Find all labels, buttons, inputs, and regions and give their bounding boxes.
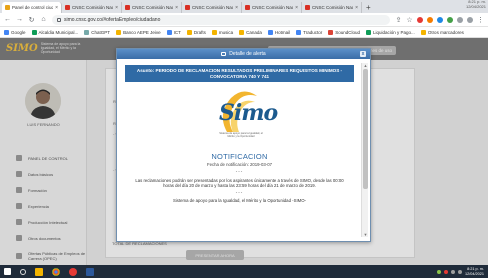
extensions-area: ⇪ ☆ ⋮: [395, 16, 484, 24]
taskbar-clock[interactable]: 8:21 p. m. 12/04/2021: [465, 267, 484, 276]
tray-icon[interactable]: [436, 269, 441, 274]
notification-body: Las reclamaciones podrán ser presentadas…: [135, 178, 344, 189]
bookmark-item[interactable]: Alcaldia Municipal...: [31, 29, 78, 35]
address-toolbar: ← → ↻ ⌂ simo.cnsc.gov.co/#ofertaEmpleo/c…: [0, 13, 488, 27]
modal-title: Detalle de alerta: [229, 51, 266, 57]
browser-tab[interactable]: Panel de control ciudadano ×: [2, 2, 62, 13]
translate-icon: [296, 29, 302, 35]
notification-date: Fecha de notificación: 2019-03-07: [207, 162, 272, 167]
browser-tab[interactable]: CNSC Comisión Nacional de ×: [122, 2, 182, 13]
close-tab-icon[interactable]: ×: [235, 5, 238, 11]
system-clock: 8:21 p. m. 12/04/2021: [465, 0, 486, 9]
bookmark-icon: [366, 29, 372, 35]
tab-favicon-icon: [125, 5, 130, 10]
bookmark-item[interactable]: Banco AEPE Jeive: [116, 29, 161, 35]
extension-icon[interactable]: [447, 16, 453, 23]
lock-icon: [57, 17, 61, 22]
menu-dots-icon[interactable]: ⋮: [477, 16, 484, 24]
bookmark-item[interactable]: Liquidación y Pago...: [366, 29, 415, 35]
windows-start-icon[interactable]: [4, 268, 11, 275]
folder-icon: [420, 29, 426, 35]
system-tray: 8:21 p. m. 12/04/2021: [436, 267, 484, 276]
mail-app-icon[interactable]: [69, 267, 77, 276]
separator: ---: [235, 169, 244, 174]
search-icon[interactable]: [20, 268, 26, 275]
reload-icon[interactable]: ↻: [28, 16, 35, 24]
url-bar[interactable]: simo.cnsc.gov.co/#ofertaEmpleo/ciudadano: [52, 14, 390, 25]
scroll-up-icon[interactable]: ▲: [362, 63, 369, 68]
tab-favicon-icon: [305, 5, 310, 10]
browser-tab[interactable]: CNSC Comisión Nacional de ×: [62, 2, 122, 13]
bookmark-item[interactable]: Traductor: [296, 29, 322, 35]
modal-scrollbar[interactable]: ▲ ▼: [361, 63, 368, 237]
profile-avatar-icon[interactable]: [467, 16, 473, 23]
bookmark-item[interactable]: ChatGPT: [84, 29, 110, 35]
bookmark-item[interactable]: ICT: [166, 29, 181, 35]
tab-favicon-icon: [245, 5, 250, 10]
close-tab-icon[interactable]: ×: [175, 5, 178, 11]
bookmark-icon: [267, 29, 273, 35]
wifi-icon[interactable]: [450, 269, 455, 274]
tab-favicon-icon: [5, 5, 10, 10]
bookmark-item[interactable]: Google: [4, 29, 26, 35]
bookmarks-bar: Google Alcaldia Municipal... ChatGPT Ban…: [0, 27, 488, 38]
bookmark-item[interactable]: SoundCloud: [328, 29, 360, 35]
bookmark-icon: [116, 29, 122, 35]
google-icon: [4, 29, 9, 35]
browser-tab[interactable]: CNSC Comisión Nacional de ×: [182, 2, 242, 13]
notification-title: NOTIFICACION: [211, 152, 268, 161]
browser-tab[interactable]: CNSC Comisión Nacional de ×: [242, 2, 302, 13]
back-icon[interactable]: ←: [4, 16, 11, 23]
tab-favicon-icon: [185, 5, 190, 10]
browser-tab[interactable]: CNSC Comisión Nacional de ×: [302, 2, 362, 13]
simo-logo-block: Simo Sistema de apoyo para la Igualdad, …: [121, 88, 358, 150]
tab-favicon-icon: [65, 5, 70, 10]
simo-logo-subtitle: Sistema de apoyo para la Igualdad, el Mé…: [219, 132, 263, 138]
separator: ---: [235, 190, 244, 196]
extensions-puzzle-icon[interactable]: [457, 16, 463, 23]
chrome-icon[interactable]: [52, 267, 60, 276]
scroll-thumb[interactable]: [363, 69, 368, 189]
star-icon[interactable]: ☆: [406, 16, 413, 24]
extension-icon[interactable]: [427, 16, 433, 23]
close-tab-icon[interactable]: ×: [115, 5, 118, 11]
simo-logo-text: Simo: [219, 100, 278, 126]
bookmark-icon: [166, 29, 172, 35]
alert-subject: Asunto: PERIODO DE RECLAMACION RESULTADO…: [125, 65, 354, 82]
extension-icon[interactable]: [437, 16, 443, 23]
share-icon[interactable]: ⇪: [395, 16, 402, 24]
scroll-down-icon[interactable]: ▼: [362, 232, 369, 237]
mail-icon: [221, 52, 227, 56]
bookmark-item[interactable]: musica: [211, 29, 233, 35]
folder-icon: [211, 29, 217, 35]
bookmark-icon: [186, 29, 192, 35]
modal-header: Detalle de alerta x: [117, 49, 370, 59]
close-tab-icon[interactable]: ×: [295, 5, 298, 11]
bookmark-icon: [31, 29, 37, 35]
modal-body: Asunto: PERIODO DE RECLAMACION RESULTADO…: [121, 63, 358, 237]
forward-icon[interactable]: →: [16, 16, 23, 23]
close-button[interactable]: x: [360, 51, 366, 57]
bookmark-icon: [84, 29, 90, 35]
bookmark-item[interactable]: Canada: [239, 29, 262, 35]
word-icon[interactable]: [86, 267, 94, 276]
soundcloud-icon: [328, 29, 334, 35]
taskbar: 8:21 p. m. 12/04/2021: [0, 265, 488, 278]
bookmark-item[interactable]: Otros marcadores: [420, 29, 464, 35]
alert-detail-modal: Detalle de alerta x Asunto: PERIODO DE R…: [116, 48, 371, 242]
volume-icon[interactable]: [457, 269, 462, 274]
notification-signature: Sistema de apoyo para la Igualdad, el Mé…: [172, 198, 307, 204]
bookmark-item[interactable]: Hotmail: [267, 29, 290, 35]
home-icon[interactable]: ⌂: [40, 16, 47, 23]
browser-tab-strip: Panel de control ciudadano × CNSC Comisi…: [0, 0, 488, 13]
close-tab-icon[interactable]: ×: [355, 5, 358, 11]
file-explorer-icon[interactable]: [35, 267, 43, 276]
tray-icon[interactable]: [443, 269, 448, 274]
close-tab-icon[interactable]: ×: [55, 5, 58, 11]
folder-icon: [239, 29, 245, 35]
bookmark-item[interactable]: Drafts: [186, 29, 206, 35]
new-tab-button[interactable]: +: [362, 2, 375, 13]
extension-icon[interactable]: [417, 16, 423, 23]
